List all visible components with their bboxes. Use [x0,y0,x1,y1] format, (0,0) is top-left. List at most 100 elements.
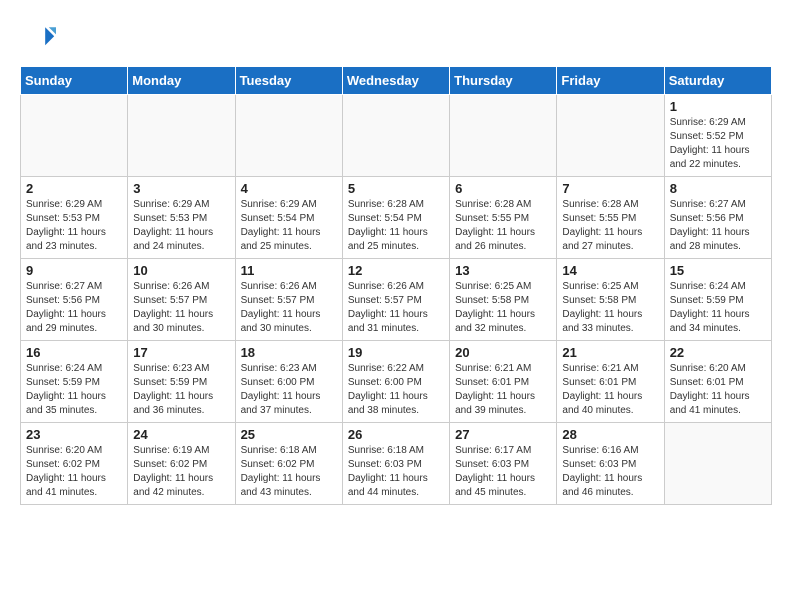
day-number: 24 [133,427,229,442]
weekday-header-saturday: Saturday [664,67,771,95]
week-row-1: 1 Sunrise: 6:29 AMSunset: 5:52 PMDaylight… [21,95,772,177]
day-number: 1 [670,99,766,114]
calendar-cell [128,95,235,177]
week-row-5: 23 Sunrise: 6:20 AMSunset: 6:02 PMDayligh… [21,423,772,505]
calendar-cell: 15Sunrise: 6:24 AMSunset: 5:59 PMDayligh… [664,259,771,341]
weekday-header-monday: Monday [128,67,235,95]
calendar-cell: 10 Sunrise: 6:26 AMSunset: 5:57 PMDayligh… [128,259,235,341]
day-number: 5 [348,181,444,196]
day-info: Sunrise: 6:26 AMSunset: 5:57 PMDaylight:… [348,280,444,336]
calendar-cell: 13 Sunrise: 6:25 AMSunset: 5:58 PMDayligh… [450,259,557,341]
day-info: Sunrise: 6:28 AMSunset: 5:54 PMDaylight:… [348,198,444,254]
calendar-cell [664,423,771,505]
day-info: Sunrise: 6:29 AMSunset: 5:54 PMDaylight:… [241,198,337,254]
logo [20,20,60,56]
week-row-2: 2 Sunrise: 6:29 AMSunset: 5:53 PMDaylight… [21,177,772,259]
weekday-header-friday: Friday [557,67,664,95]
calendar-cell [342,95,449,177]
calendar-cell: 12 Sunrise: 6:26 AMSunset: 5:57 PMDayligh… [342,259,449,341]
calendar-cell: 16 Sunrise: 6:24 AMSunset: 5:59 PMDayligh… [21,341,128,423]
weekday-header-sunday: Sunday [21,67,128,95]
day-number: 21 [562,345,658,360]
calendar-cell: 1 Sunrise: 6:29 AMSunset: 5:52 PMDaylight… [664,95,771,177]
day-number: 12 [348,263,444,278]
day-number: 2 [26,181,122,196]
day-number: 22 [670,345,766,360]
day-info: Sunrise: 6:27 AMSunset: 5:56 PMDaylight:… [26,280,122,336]
day-info: Sunrise: 6:23 AMSunset: 6:00 PMDaylight:… [241,362,337,418]
day-info: Sunrise: 6:29 AMSunset: 5:53 PMDaylight:… [133,198,229,254]
day-info: Sunrise: 6:20 AMSunset: 6:01 PMDaylight:… [670,362,766,418]
day-info: Sunrise: 6:20 AMSunset: 6:02 PMDaylight:… [26,444,122,500]
weekday-header-wednesday: Wednesday [342,67,449,95]
day-number: 28 [562,427,658,442]
calendar-cell: 9 Sunrise: 6:27 AMSunset: 5:56 PMDaylight… [21,259,128,341]
day-number: 6 [455,181,551,196]
calendar-cell: 8 Sunrise: 6:27 AMSunset: 5:56 PMDaylight… [664,177,771,259]
calendar-cell: 3 Sunrise: 6:29 AMSunset: 5:53 PMDaylight… [128,177,235,259]
logo-icon [20,20,56,56]
day-number: 23 [26,427,122,442]
page-header [20,20,772,56]
day-info: Sunrise: 6:17 AMSunset: 6:03 PMDaylight:… [455,444,551,500]
day-info: Sunrise: 6:29 AMSunset: 5:53 PMDaylight:… [26,198,122,254]
day-number: 9 [26,263,122,278]
day-info: Sunrise: 6:23 AMSunset: 5:59 PMDaylight:… [133,362,229,418]
calendar-cell: 2 Sunrise: 6:29 AMSunset: 5:53 PMDaylight… [21,177,128,259]
day-info: Sunrise: 6:18 AMSunset: 6:02 PMDaylight:… [241,444,337,500]
day-number: 13 [455,263,551,278]
day-info: Sunrise: 6:29 AMSunset: 5:52 PMDaylight:… [670,116,766,172]
day-number: 3 [133,181,229,196]
week-row-4: 16 Sunrise: 6:24 AMSunset: 5:59 PMDayligh… [21,341,772,423]
day-info: Sunrise: 6:25 AMSunset: 5:58 PMDaylight:… [562,280,658,336]
day-info: Sunrise: 6:22 AMSunset: 6:00 PMDaylight:… [348,362,444,418]
day-number: 25 [241,427,337,442]
calendar-cell: 4Sunrise: 6:29 AMSunset: 5:54 PMDaylight… [235,177,342,259]
day-number: 16 [26,345,122,360]
calendar-cell: 14 Sunrise: 6:25 AMSunset: 5:58 PMDayligh… [557,259,664,341]
calendar-cell [21,95,128,177]
calendar-cell: 24 Sunrise: 6:19 AMSunset: 6:02 PMDayligh… [128,423,235,505]
day-number: 26 [348,427,444,442]
calendar-cell: 23 Sunrise: 6:20 AMSunset: 6:02 PMDayligh… [21,423,128,505]
calendar-cell [557,95,664,177]
calendar-cell: 26 Sunrise: 6:18 AMSunset: 6:03 PMDayligh… [342,423,449,505]
day-number: 27 [455,427,551,442]
day-number: 17 [133,345,229,360]
day-info: Sunrise: 6:21 AMSunset: 6:01 PMDaylight:… [562,362,658,418]
calendar-cell: 28 Sunrise: 6:16 AMSunset: 6:03 PMDayligh… [557,423,664,505]
day-number: 20 [455,345,551,360]
day-info: Sunrise: 6:16 AMSunset: 6:03 PMDaylight:… [562,444,658,500]
calendar-cell: 27 Sunrise: 6:17 AMSunset: 6:03 PMDayligh… [450,423,557,505]
day-number: 11 [241,263,337,278]
calendar-cell: 25 Sunrise: 6:18 AMSunset: 6:02 PMDayligh… [235,423,342,505]
day-number: 18 [241,345,337,360]
week-row-3: 9 Sunrise: 6:27 AMSunset: 5:56 PMDaylight… [21,259,772,341]
weekday-header-thursday: Thursday [450,67,557,95]
calendar-cell [450,95,557,177]
day-number: 14 [562,263,658,278]
day-number: 10 [133,263,229,278]
day-number: 8 [670,181,766,196]
day-info: Sunrise: 6:26 AMSunset: 5:57 PMDaylight:… [241,280,337,336]
calendar-cell [235,95,342,177]
weekday-header-tuesday: Tuesday [235,67,342,95]
day-number: 7 [562,181,658,196]
calendar-cell: 7 Sunrise: 6:28 AMSunset: 5:55 PMDaylight… [557,177,664,259]
calendar-cell: 21 Sunrise: 6:21 AMSunset: 6:01 PMDayligh… [557,341,664,423]
day-info: Sunrise: 6:24 AMSunset: 5:59 PMDaylight:… [26,362,122,418]
day-info: Sunrise: 6:25 AMSunset: 5:58 PMDaylight:… [455,280,551,336]
day-info: Sunrise: 6:19 AMSunset: 6:02 PMDaylight:… [133,444,229,500]
calendar-cell: 19Sunrise: 6:22 AMSunset: 6:00 PMDayligh… [342,341,449,423]
calendar-cell: 11 Sunrise: 6:26 AMSunset: 5:57 PMDayligh… [235,259,342,341]
calendar-cell: 18 Sunrise: 6:23 AMSunset: 6:00 PMDayligh… [235,341,342,423]
day-info: Sunrise: 6:18 AMSunset: 6:03 PMDaylight:… [348,444,444,500]
day-info: Sunrise: 6:21 AMSunset: 6:01 PMDaylight:… [455,362,551,418]
calendar-table: SundayMondayTuesdayWednesdayThursdayFrid… [20,66,772,505]
day-info: Sunrise: 6:28 AMSunset: 5:55 PMDaylight:… [562,198,658,254]
day-info: Sunrise: 6:26 AMSunset: 5:57 PMDaylight:… [133,280,229,336]
day-info: Sunrise: 6:27 AMSunset: 5:56 PMDaylight:… [670,198,766,254]
calendar-cell: 22 Sunrise: 6:20 AMSunset: 6:01 PMDayligh… [664,341,771,423]
day-number: 15 [670,263,766,278]
calendar-cell: 5 Sunrise: 6:28 AMSunset: 5:54 PMDaylight… [342,177,449,259]
